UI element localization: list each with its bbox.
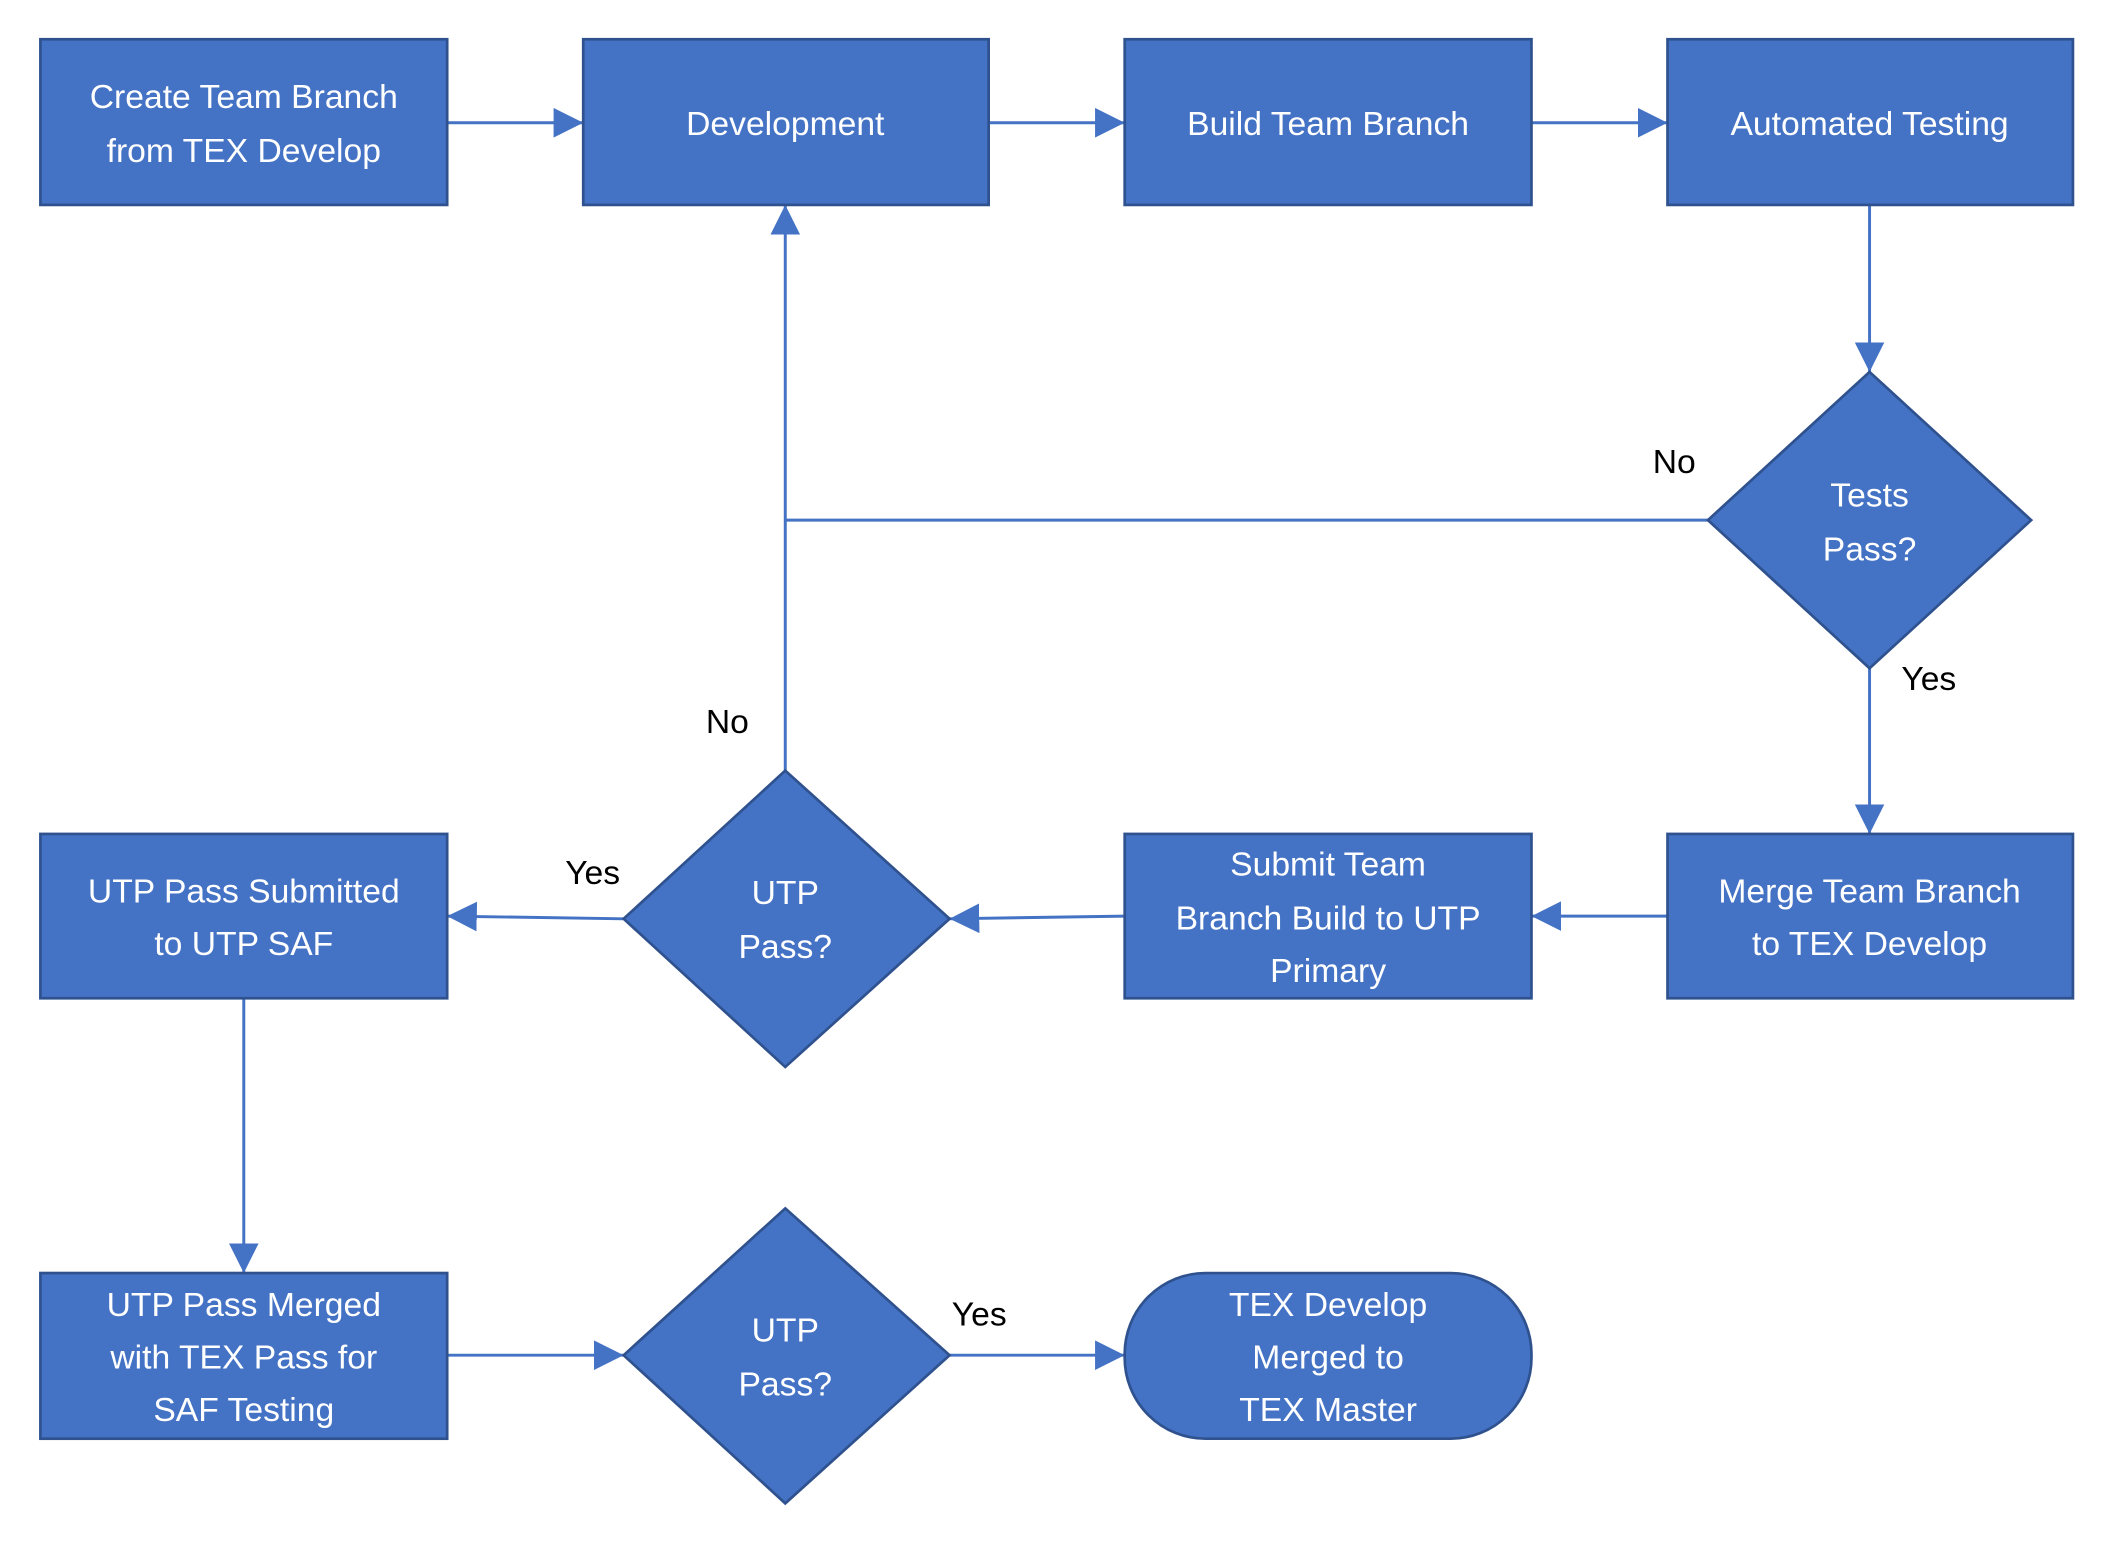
- node-create-team-branch: Create Team Branch from TEX Develop: [39, 37, 449, 207]
- svg-text:Build Team Branch: Build Team Branch: [1187, 106, 1469, 143]
- label-utp1-yes: Yes: [565, 855, 620, 892]
- node-submit-team-branch-build: Submit Team Branch Build to UTP Primary: [1123, 832, 1533, 1000]
- svg-text:Development: Development: [686, 106, 885, 143]
- svg-text:TEX Master: TEX Master: [1239, 1392, 1417, 1429]
- edge-utp1-yes: [447, 901, 624, 932]
- node-utp-pass-decision-2: UTP Pass?: [621, 1206, 952, 1506]
- svg-text:to UTP SAF: to UTP SAF: [154, 926, 333, 963]
- node-tex-develop-merged-terminal: TEX Develop Merged to TEX Master: [1123, 1271, 1533, 1441]
- svg-text:Automated Testing: Automated Testing: [1730, 106, 2008, 143]
- svg-text:Tests: Tests: [1830, 478, 1909, 515]
- svg-text:Branch Build to UTP: Branch Build to UTP: [1176, 901, 1481, 938]
- svg-text:TEX Develop: TEX Develop: [1229, 1287, 1427, 1324]
- svg-text:UTP Pass Merged: UTP Pass Merged: [107, 1287, 381, 1324]
- svg-text:Submit Team: Submit Team: [1230, 847, 1426, 884]
- flowchart: No Yes No Yes Yes Create Team Branch fro…: [39, 37, 2075, 1506]
- svg-text:Primary: Primary: [1270, 953, 1386, 990]
- svg-text:from TEX Develop: from TEX Develop: [107, 133, 381, 170]
- node-build-team-branch: Build Team Branch: [1123, 37, 1533, 207]
- label-utp2-yes: Yes: [952, 1297, 1007, 1334]
- svg-text:SAF Testing: SAF Testing: [153, 1392, 334, 1429]
- svg-text:Pass?: Pass?: [738, 929, 832, 966]
- svg-text:Create Team Branch: Create Team Branch: [90, 79, 398, 116]
- node-merge-team-branch: Merge Team Branch to TEX Develop: [1666, 832, 2075, 1000]
- node-utp-pass-decision-1: UTP Pass?: [621, 768, 952, 1069]
- node-tests-pass-decision: Tests Pass?: [1705, 370, 2034, 671]
- label-tests-no: No: [1653, 444, 1696, 481]
- label-tests-yes: Yes: [1901, 661, 1956, 698]
- svg-text:UTP Pass Submitted: UTP Pass Submitted: [88, 874, 400, 911]
- svg-text:to TEX Develop: to TEX Develop: [1752, 926, 1987, 963]
- svg-text:Merged to: Merged to: [1252, 1340, 1404, 1377]
- node-utp-pass-merged: UTP Pass Merged with TEX Pass for SAF Te…: [39, 1271, 449, 1441]
- edge-submit-to-utp1: [949, 903, 1125, 934]
- edges: [228, 107, 1885, 1371]
- svg-text:UTP: UTP: [752, 875, 819, 912]
- node-utp-pass-submitted: UTP Pass Submitted to UTP SAF: [39, 832, 449, 1000]
- label-utp1-no: No: [706, 704, 749, 741]
- node-automated-testing: Automated Testing: [1666, 37, 2075, 207]
- svg-text:Pass?: Pass?: [738, 1367, 832, 1404]
- svg-text:Merge Team Branch: Merge Team Branch: [1718, 874, 2020, 911]
- svg-text:Pass?: Pass?: [1823, 532, 1917, 569]
- svg-text:with TEX Pass for: with TEX Pass for: [109, 1340, 377, 1377]
- node-development: Development: [581, 37, 990, 207]
- svg-text:UTP: UTP: [752, 1313, 819, 1350]
